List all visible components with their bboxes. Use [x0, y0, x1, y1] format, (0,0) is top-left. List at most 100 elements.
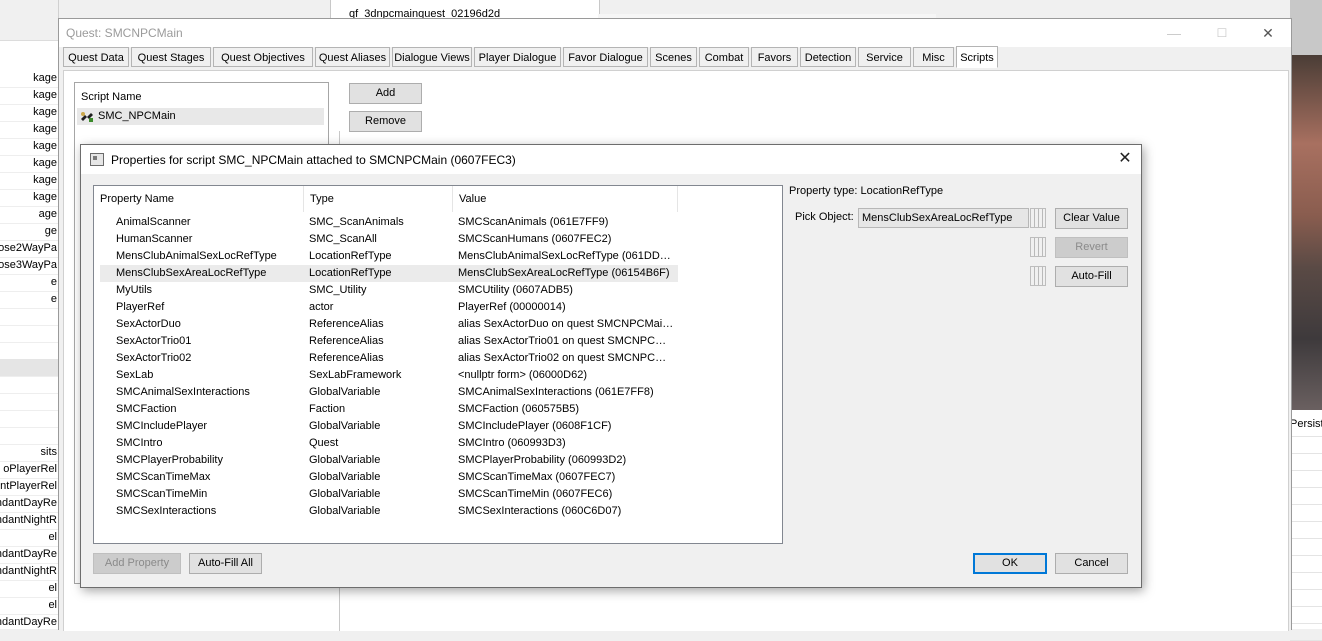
background-grid-line: [1290, 606, 1322, 607]
tab-scripts[interactable]: Scripts: [956, 46, 998, 68]
property-row[interactable]: SexActorTrio02 ReferenceAlias alias SexAct…: [100, 350, 678, 367]
property-value-cell: alias SexActorTrio02 on quest SMCNPCMa…: [458, 352, 674, 364]
property-row[interactable]: MensClubSexAreaLocRefType LocationRefType…: [100, 265, 678, 282]
background-list-row: kage: [0, 189, 58, 207]
background-list-row-label: e: [50, 293, 57, 305]
clear-value-button[interactable]: Clear Value: [1055, 208, 1128, 229]
property-type-cell: SexLabFramework: [309, 369, 402, 381]
background-list-row-label: kage: [33, 140, 57, 152]
quest-close-button[interactable]: ✕: [1245, 19, 1291, 47]
background-list-row: age: [0, 206, 58, 224]
background-list-row: [0, 325, 58, 343]
pick-object-field[interactable]: MensClubSexAreaLocRefType: [858, 208, 1029, 228]
background-list-row: el: [0, 580, 58, 598]
background-list-row: el: [0, 597, 58, 615]
script-list-item-label: SMC_NPCMain: [98, 110, 176, 122]
column-header-type[interactable]: Type: [304, 186, 453, 212]
tab-scenes[interactable]: Scenes: [650, 47, 697, 67]
background-grid-line: [1290, 572, 1322, 573]
property-name-cell: MyUtils: [116, 284, 153, 296]
background-list-row: kage: [0, 172, 58, 190]
auto-fill-all-button[interactable]: Auto-Fill All: [189, 553, 262, 574]
property-row[interactable]: MensClubAnimalSexLocRefType LocationRefTy…: [100, 248, 678, 265]
property-row[interactable]: SexActorDuo ReferenceAlias alias SexActorD…: [100, 316, 678, 333]
property-row[interactable]: SMCAnimalSexInteractions GlobalVariable SM…: [100, 384, 678, 401]
property-row[interactable]: HumanScanner SMC_ScanAll SMCScanHumans (06…: [100, 231, 678, 248]
script-list-item[interactable]: SMC_NPCMain: [77, 108, 324, 125]
minimize-button[interactable]: —: [1151, 19, 1197, 47]
properties-titlebar: Properties for script SMC_NPCMain attach…: [81, 145, 1141, 174]
property-row[interactable]: SMCScanTimeMin GlobalVariable SMCScanTimeM…: [100, 486, 678, 503]
property-value-cell: MensClubSexAreaLocRefType (06154B6F): [458, 267, 670, 279]
background-list-row-label: kage: [33, 157, 57, 169]
remove-script-button[interactable]: Remove: [349, 111, 422, 132]
property-value-cell: <nullptr form> (06000D62): [458, 369, 588, 381]
properties-close-button[interactable]: ✕: [1115, 149, 1135, 169]
property-row[interactable]: SMCPlayerProbability GlobalVariable SMCPla…: [100, 452, 678, 469]
tab-quest-objectives[interactable]: Quest Objectives: [213, 47, 313, 67]
cancel-button[interactable]: Cancel: [1055, 553, 1128, 574]
revert-grip: [1030, 237, 1046, 257]
tab-favors[interactable]: Favors: [751, 47, 798, 67]
tab-quest-aliases[interactable]: Quest Aliases: [315, 47, 390, 67]
background-list-row-label: oPlayerRel: [3, 463, 57, 475]
tab-dialogue-views[interactable]: Dialogue Views: [392, 47, 472, 67]
property-row[interactable]: SMCSexInteractions GlobalVariable SMCSexIn…: [100, 503, 678, 520]
property-type-cell: LocationRefType: [309, 267, 392, 279]
tab-player-dialogue[interactable]: Player Dialogue: [474, 47, 561, 67]
column-header-value[interactable]: Value: [453, 186, 678, 212]
add-property-button[interactable]: Add Property: [93, 553, 181, 574]
tab-detection[interactable]: Detection: [800, 47, 856, 67]
property-row[interactable]: PlayerRef actor PlayerRef (00000014): [100, 299, 678, 316]
maximize-button[interactable]: ☐: [1199, 19, 1245, 47]
tab-quest-stages[interactable]: Quest Stages: [131, 47, 211, 67]
property-row[interactable]: SexActorTrio01 ReferenceAlias alias SexAct…: [100, 333, 678, 350]
background-grid-line: [1290, 521, 1322, 522]
revert-button[interactable]: Revert: [1055, 237, 1128, 258]
property-type-label: Property type: LocationRefType: [789, 185, 944, 197]
property-name-cell: SMCIncludePlayer: [116, 420, 208, 432]
tab-favor-dialogue[interactable]: Favor Dialogue: [563, 47, 648, 67]
column-header-property-name[interactable]: Property Name: [94, 186, 304, 212]
property-name-cell: SexActorDuo: [116, 318, 181, 330]
property-value-cell: alias SexActorDuo on quest SMCNPCMain …: [458, 318, 674, 330]
add-script-button[interactable]: Add: [349, 83, 422, 104]
tab-misc[interactable]: Misc: [913, 47, 954, 67]
property-row[interactable]: SMCIncludePlayer GlobalVariable SMCInclude…: [100, 418, 678, 435]
background-list-row-label: pose2WayPa: [0, 242, 57, 254]
property-row[interactable]: SexLab SexLabFramework <nullptr form> (060…: [100, 367, 678, 384]
property-value-cell: SMCUtility (0607ADB5): [458, 284, 573, 296]
property-row[interactable]: SMCIntro Quest SMCIntro (060993D3): [100, 435, 678, 452]
background-list-row: el: [0, 529, 58, 547]
property-value-cell: SMCSexInteractions (060C6D07): [458, 505, 622, 517]
background-list-row: sits: [0, 444, 58, 462]
property-name-cell: MensClubSexAreaLocRefType: [116, 267, 267, 279]
property-type-cell: ReferenceAlias: [309, 335, 384, 347]
background-grid-line: [1290, 589, 1322, 590]
script-icon: [81, 112, 93, 122]
background-list-row: ndantDayRe: [0, 546, 58, 564]
property-table[interactable]: Property Name Type Value AnimalScanner SM…: [93, 185, 783, 544]
background-list-row: [0, 393, 58, 411]
tab-quest-data[interactable]: Quest Data: [63, 47, 129, 67]
property-value-cell: SMCScanTimeMin (0607FEC6): [458, 488, 613, 500]
ok-button[interactable]: OK: [973, 553, 1047, 574]
property-type-cell: Quest: [309, 437, 339, 449]
property-name-cell: HumanScanner: [116, 233, 193, 245]
background-list-row: kage: [0, 121, 58, 139]
property-name-cell: SMCIntro: [116, 437, 163, 449]
background-left-list: kage kage kage kage kage kage kage kage age ge pos…: [0, 0, 59, 629]
property-row[interactable]: SMCFaction Faction SMCFaction (060575B5): [100, 401, 678, 418]
background-grid-line: [1290, 453, 1322, 454]
property-value-cell: alias SexActorTrio01 on quest SMCNPCMa…: [458, 335, 674, 347]
property-row[interactable]: SMCScanTimeMax GlobalVariable SMCScanTimeM…: [100, 469, 678, 486]
property-value-cell: SMCIntro (060993D3): [458, 437, 566, 449]
tab-service[interactable]: Service: [858, 47, 911, 67]
tab-combat[interactable]: Combat: [699, 47, 749, 67]
property-row[interactable]: MyUtils SMC_Utility SMCUtility (0607ADB5): [100, 282, 678, 299]
property-row[interactable]: AnimalScanner SMC_ScanAnimals SMCScanAnima…: [100, 214, 678, 231]
auto-fill-button[interactable]: Auto-Fill: [1055, 266, 1128, 287]
background-list-row: kage: [0, 104, 58, 122]
background-list-row-label: ndantNightR: [0, 514, 57, 526]
background-grid-line: [1290, 487, 1322, 488]
